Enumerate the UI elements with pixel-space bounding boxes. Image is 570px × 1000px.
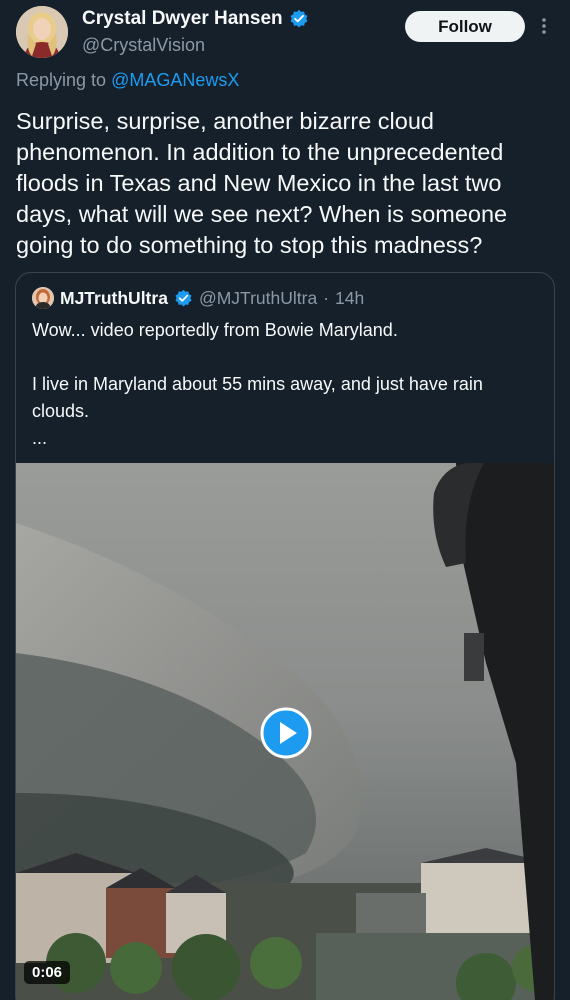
- quoted-author-name[interactable]: MJTruthUltra: [60, 288, 168, 309]
- replying-mention-link[interactable]: @MAGANewsX: [111, 70, 239, 90]
- follow-button[interactable]: Follow: [405, 11, 525, 42]
- author-handle[interactable]: @CrystalVision: [82, 35, 309, 56]
- quoted-timestamp[interactable]: 14h: [335, 288, 364, 309]
- quoted-author-avatar[interactable]: [32, 287, 54, 309]
- play-icon[interactable]: [260, 707, 312, 759]
- replying-to: Replying to @MAGANewsX: [16, 70, 239, 91]
- video-duration-badge: 0:06: [24, 961, 71, 984]
- quoted-author-handle[interactable]: @MJTruthUltra: [199, 288, 317, 309]
- more-options-icon[interactable]: [538, 16, 550, 36]
- replying-prefix: Replying to: [16, 70, 112, 90]
- author-name[interactable]: Crystal Dwyer Hansen: [82, 8, 283, 30]
- quoted-header: MJTruthUltra @MJTruthUltra · 14h: [32, 287, 364, 309]
- video-player[interactable]: 0:06: [16, 463, 554, 1000]
- quoted-body: Wow... video reportedly from Bowie Maryl…: [32, 320, 483, 448]
- author-avatar[interactable]: [16, 6, 68, 58]
- quoted-separator: ·: [323, 287, 330, 308]
- verified-badge-icon: [175, 289, 192, 306]
- verified-badge-icon: [290, 9, 308, 28]
- tweet-header: Crystal Dwyer Hansen @CrystalVision Foll…: [16, 6, 554, 62]
- quoted-tweet[interactable]: MJTruthUltra @MJTruthUltra · 14h Wow... …: [15, 272, 555, 1000]
- tweet-body: Surprise, surprise, another bizarre clou…: [16, 108, 508, 258]
